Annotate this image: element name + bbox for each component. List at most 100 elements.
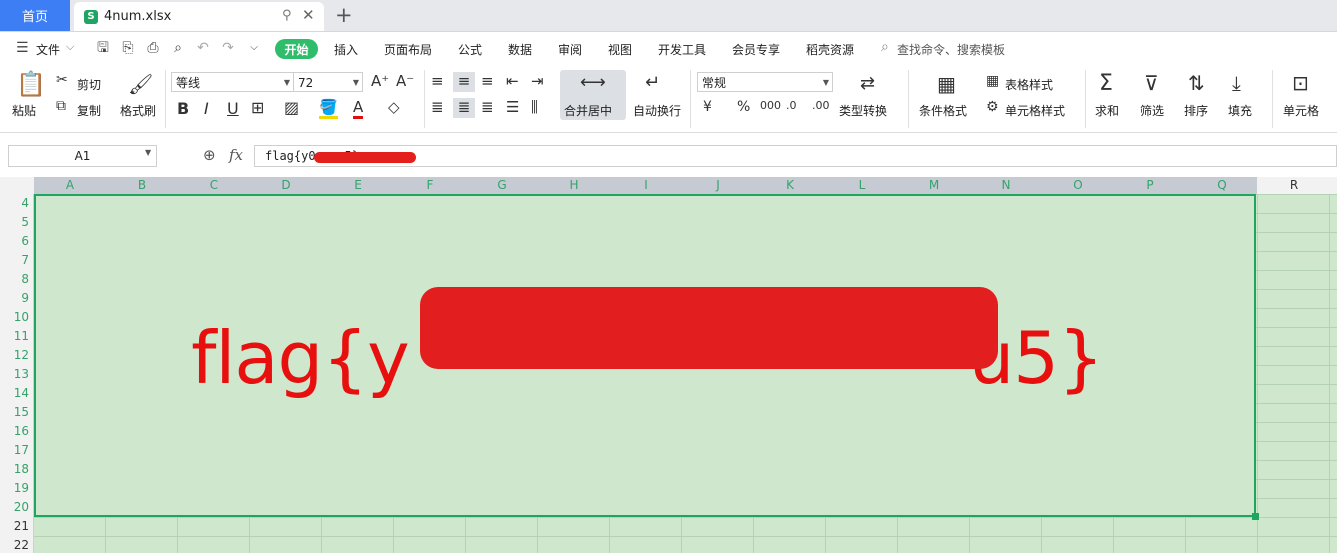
tab-file[interactable]: S 4num.xlsx ⚲ ✕: [74, 2, 324, 31]
format-painter-icon[interactable]: 🖌: [128, 72, 153, 96]
row-header-4[interactable]: 4: [0, 196, 29, 210]
justify-icon[interactable]: ☰: [506, 98, 519, 116]
row-header-18[interactable]: 18: [0, 462, 29, 476]
menu-member[interactable]: 会员专享: [732, 41, 780, 58]
row-header-7[interactable]: 7: [0, 253, 29, 267]
bold-icon[interactable]: B: [177, 99, 189, 118]
menu-docer[interactable]: 稻壳资源: [806, 41, 854, 58]
column-header-a[interactable]: A: [34, 178, 106, 192]
font-size-select[interactable]: 72 ▼: [293, 72, 363, 92]
decrease-font-icon[interactable]: A⁻: [396, 72, 414, 90]
align-center-icon[interactable]: ≣: [453, 98, 475, 118]
type-convert-icon[interactable]: ⇄: [860, 73, 875, 94]
filter-icon[interactable]: ⊽: [1144, 71, 1159, 95]
column-header-k[interactable]: K: [754, 178, 826, 192]
customize-toolbar-icon[interactable]: ⌵: [246, 40, 262, 56]
outdent-icon[interactable]: ⇤: [506, 72, 519, 90]
paste-icon[interactable]: 📋: [16, 70, 46, 98]
cell-style-icon[interactable]: ⚙: [986, 99, 999, 115]
increase-decimal-icon[interactable]: .0: [786, 99, 797, 112]
italic-icon[interactable]: I: [204, 99, 209, 118]
menu-formulas[interactable]: 公式: [458, 41, 482, 58]
row-header-15[interactable]: 15: [0, 405, 29, 419]
distributed-icon[interactable]: ⫼: [531, 98, 538, 116]
sort-icon[interactable]: ⇅: [1188, 71, 1205, 95]
chevron-down-icon[interactable]: ⌵: [66, 40, 74, 54]
copy-button[interactable]: 复制: [77, 102, 101, 119]
row-header-22[interactable]: 22: [0, 538, 29, 552]
align-left-icon[interactable]: ≣: [431, 98, 444, 116]
row-header-21[interactable]: 21: [0, 519, 29, 533]
row-header-11[interactable]: 11: [0, 329, 29, 343]
font-color-icon[interactable]: A: [353, 98, 364, 119]
menu-view[interactable]: 视图: [608, 41, 632, 58]
column-header-n[interactable]: N: [970, 178, 1042, 192]
increase-font-icon[interactable]: A⁺: [371, 72, 389, 90]
row-header-10[interactable]: 10: [0, 310, 29, 324]
clear-format-icon[interactable]: ◇: [388, 98, 400, 116]
redo-icon[interactable]: ↷: [220, 40, 236, 56]
menu-review[interactable]: 审阅: [558, 41, 582, 58]
undo-icon[interactable]: ↶: [195, 40, 211, 56]
column-header-j[interactable]: J: [682, 178, 754, 192]
cell-format-icon[interactable]: ⊡: [1292, 71, 1309, 95]
cell-style-button[interactable]: 单元格样式: [1005, 102, 1065, 119]
column-header-h[interactable]: H: [538, 178, 610, 192]
sum-icon[interactable]: Σ: [1099, 71, 1113, 96]
menu-file[interactable]: 文件: [36, 41, 60, 58]
column-header-g[interactable]: G: [466, 178, 538, 192]
hamburger-icon[interactable]: ☰: [16, 40, 29, 56]
column-header-l[interactable]: L: [826, 178, 898, 192]
wrap-text-button[interactable]: 自动换行: [633, 102, 681, 119]
menu-page-layout[interactable]: 页面布局: [384, 41, 432, 58]
column-header-m[interactable]: M: [898, 178, 970, 192]
scissors-icon[interactable]: ✂: [56, 72, 68, 88]
sort-button[interactable]: 排序: [1184, 102, 1208, 119]
print-preview-icon[interactable]: ⌕: [170, 40, 186, 56]
pin-icon[interactable]: ⚲: [282, 8, 292, 23]
cut-button[interactable]: 剪切: [77, 76, 101, 93]
column-header-o[interactable]: O: [1042, 178, 1114, 192]
thousands-separator-icon[interactable]: 000: [760, 99, 781, 112]
close-icon[interactable]: ✕: [302, 6, 315, 24]
column-header-r[interactable]: R: [1258, 178, 1330, 192]
row-header-20[interactable]: 20: [0, 500, 29, 514]
conditional-format-icon[interactable]: ▦: [937, 72, 956, 96]
formula-input[interactable]: flag{y0 … u5}: [254, 145, 1337, 167]
print-icon[interactable]: ⎙: [145, 40, 161, 56]
indent-icon[interactable]: ⇥: [531, 72, 544, 90]
column-header-d[interactable]: D: [250, 178, 322, 192]
new-tab-plus-icon[interactable]: +: [335, 3, 353, 27]
search-commands[interactable]: 查找命令、搜索模板: [897, 41, 1005, 58]
row-header-17[interactable]: 17: [0, 443, 29, 457]
copy-icon[interactable]: ⧉: [56, 98, 66, 114]
row-header-19[interactable]: 19: [0, 481, 29, 495]
currency-icon[interactable]: ¥: [703, 99, 712, 115]
export-pdf-icon[interactable]: ⎘: [120, 40, 136, 56]
column-header-c[interactable]: C: [178, 178, 250, 192]
fill-pattern-icon[interactable]: ▨: [284, 98, 299, 117]
wrap-text-icon[interactable]: ↵: [645, 72, 660, 93]
row-header-5[interactable]: 5: [0, 215, 29, 229]
type-convert-button[interactable]: 类型转换: [839, 102, 887, 119]
column-header-e[interactable]: E: [322, 178, 394, 192]
fill-handle[interactable]: [1252, 513, 1259, 520]
fill-color-icon[interactable]: 🪣: [319, 98, 338, 119]
percent-icon[interactable]: %: [737, 99, 750, 115]
paste-button[interactable]: 粘贴: [12, 102, 36, 119]
table-style-button[interactable]: 表格样式: [1005, 76, 1053, 93]
column-header-q[interactable]: Q: [1186, 178, 1258, 192]
align-middle-icon[interactable]: ≡: [453, 72, 475, 92]
table-style-icon[interactable]: ▦: [986, 73, 999, 89]
align-bottom-icon[interactable]: ≡: [481, 72, 494, 90]
align-right-icon[interactable]: ≣: [481, 98, 494, 116]
align-top-icon[interactable]: ≡: [431, 72, 444, 90]
row-header-13[interactable]: 13: [0, 367, 29, 381]
zoom-formula-icon[interactable]: ⊕: [203, 146, 216, 164]
chevron-down-icon[interactable]: ▼: [145, 148, 151, 157]
column-header-f[interactable]: F: [394, 178, 466, 192]
menu-start[interactable]: 开始: [275, 39, 318, 59]
menu-data[interactable]: 数据: [508, 41, 532, 58]
fx-icon[interactable]: fx: [229, 146, 243, 164]
row-header-9[interactable]: 9: [0, 291, 29, 305]
